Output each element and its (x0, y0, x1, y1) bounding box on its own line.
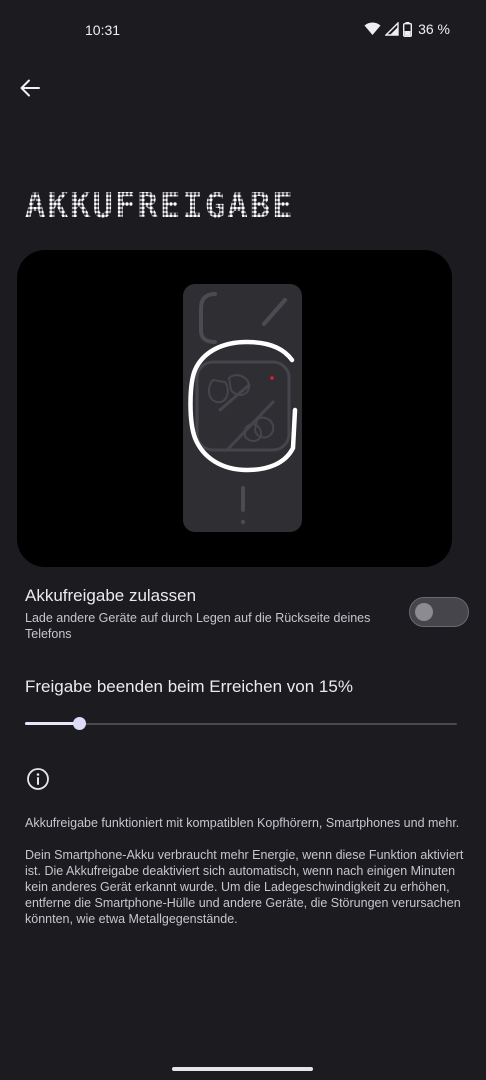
status-icons: 36 % (364, 21, 450, 37)
battery-share-toggle[interactable] (409, 597, 469, 627)
battery-percent: 36 % (418, 21, 450, 37)
reverse-charging-illustration (17, 250, 452, 567)
slider-track[interactable] (25, 722, 457, 725)
phone-reverse-charging-illustration (183, 284, 302, 532)
slider-title: Freigabe beenden beim Erreichen von 15% (25, 677, 353, 696)
toggle-knob (415, 603, 433, 621)
cellular-signal-icon (385, 22, 399, 36)
stop-threshold-slider[interactable] (25, 714, 457, 734)
info-icon (26, 767, 50, 791)
slider-fill (25, 722, 79, 725)
info-text: Akkufreigabe funktioniert mit kompatible… (25, 815, 470, 943)
slider-thumb[interactable] (72, 717, 86, 730)
arrow-left-icon (20, 79, 40, 102)
info-paragraph-1: Akkufreigabe funktioniert mit kompatible… (25, 816, 460, 830)
home-indicator[interactable] (172, 1067, 313, 1071)
wifi-icon (364, 22, 381, 36)
setting-title: Akkufreigabe zulassen (25, 586, 197, 605)
status-time: 10:31 (85, 22, 121, 38)
status-bar: 10:31 36 % (0, 0, 486, 60)
page-title: AKKUFREIGABE (25, 186, 295, 226)
back-button[interactable] (14, 74, 46, 106)
battery-icon (403, 21, 413, 37)
setting-subtitle: Lade andere Geräte auf durch Legen auf d… (25, 611, 371, 641)
battery-share-setting[interactable]: Akkufreigabe zulassen Lade andere Geräte… (25, 586, 470, 646)
info-paragraph-2: Dein Smartphone-Akku verbraucht mehr Ene… (25, 848, 464, 926)
